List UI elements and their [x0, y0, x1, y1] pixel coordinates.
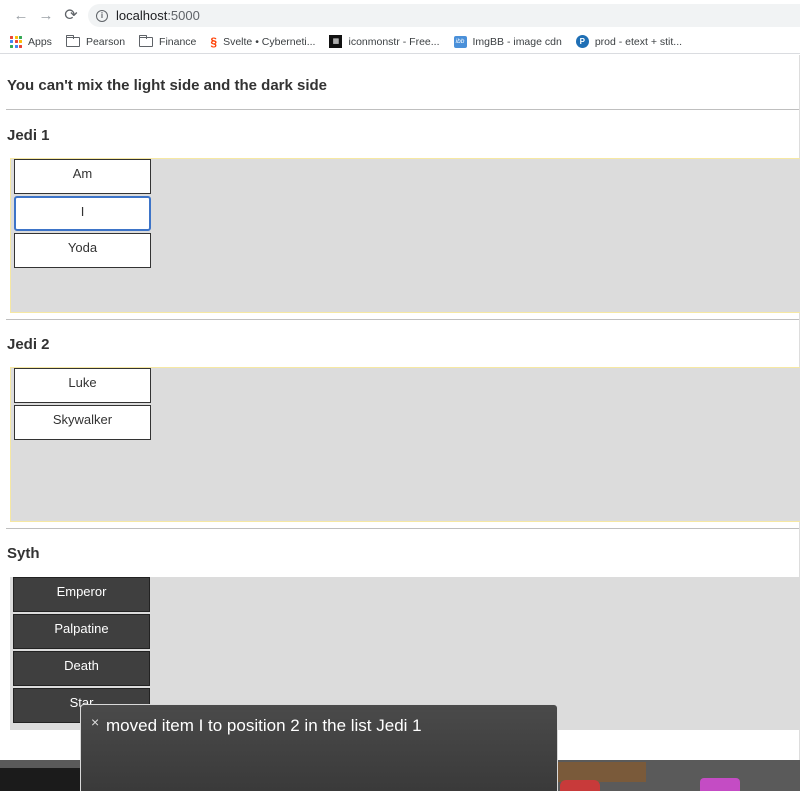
info-icon[interactable]: i [96, 9, 108, 22]
bookmark-apps[interactable]: Apps [10, 35, 52, 48]
list-item[interactable]: Luke [14, 368, 151, 403]
dropzone-jedi-1[interactable]: Am I Yoda [10, 158, 800, 313]
bookmark-pearson[interactable]: Pearson [65, 34, 126, 48]
imgbb-icon: ibb [453, 35, 467, 48]
desktop-decoration [556, 762, 646, 782]
toast-message: moved item I to position 2 in the list J… [106, 716, 422, 735]
list-item[interactable]: Am [14, 159, 151, 194]
desktop-decoration [560, 780, 600, 791]
pearson-icon: P [575, 35, 589, 48]
divider [6, 319, 799, 320]
desktop-decoration [700, 778, 740, 791]
forward-arrow-icon[interactable]: → [35, 4, 57, 26]
apps-grid-icon [10, 35, 22, 48]
page-title: You can't mix the light side and the dar… [7, 77, 328, 94]
list-title-jedi-2: Jedi 2 [7, 336, 50, 353]
svelte-icon: § [210, 34, 218, 49]
bookmark-imgbb[interactable]: ibb ImgBB - image cdn [453, 35, 562, 48]
bookmark-label: Pearson [85, 35, 126, 48]
list-item[interactable]: Palpatine [13, 614, 150, 649]
list-item[interactable]: I [14, 196, 151, 231]
bookmarks-bar: Apps Pearson Finance § Svelte • Cybernet… [0, 30, 800, 54]
iconmonstr-icon: ▦ [329, 35, 343, 48]
reload-icon[interactable]: ⟳ [60, 4, 82, 26]
bookmark-label: ImgBB - image cdn [472, 35, 562, 48]
folder-icon [139, 34, 154, 47]
dropzone-jedi-2[interactable]: Luke Skywalker [10, 367, 800, 522]
list-item[interactable]: Skywalker [14, 405, 151, 440]
divider [6, 109, 799, 110]
list-item[interactable]: Yoda [14, 233, 151, 268]
bookmark-iconmonstr[interactable]: ▦ iconmonstr - Free... [329, 35, 440, 48]
toast-notification: × moved item I to position 2 in the list… [80, 704, 558, 791]
list-title-jedi-1: Jedi 1 [7, 127, 50, 144]
bookmark-label: prod - etext + stit... [594, 35, 683, 48]
bookmark-finance[interactable]: Finance [139, 34, 197, 48]
bookmark-svelte[interactable]: § Svelte • Cyberneti... [210, 35, 315, 49]
bookmark-label: Svelte • Cyberneti... [223, 35, 316, 48]
list-title-syth: Syth [7, 545, 40, 562]
bookmark-label: iconmonstr - Free... [348, 35, 440, 48]
address-bar[interactable]: i localhost:5000 [88, 4, 800, 27]
page-content: You can't mix the light side and the dar… [0, 55, 800, 760]
bookmark-prod-etext[interactable]: P prod - etext + stit... [575, 35, 683, 48]
list-item[interactable]: Death [13, 651, 150, 686]
url-host: localhost [116, 8, 168, 23]
folder-icon [65, 34, 80, 47]
close-icon[interactable]: × [91, 715, 99, 729]
bookmark-label: Finance [159, 35, 197, 48]
list-item[interactable]: Emperor [13, 577, 150, 612]
desktop-decoration [0, 768, 80, 791]
url-port: :5000 [167, 8, 200, 23]
back-arrow-icon[interactable]: ← [10, 4, 32, 26]
browser-toolbar: ← → ⟳ i localhost:5000 [0, 0, 800, 30]
bookmark-label: Apps [28, 35, 52, 48]
divider [6, 528, 799, 529]
